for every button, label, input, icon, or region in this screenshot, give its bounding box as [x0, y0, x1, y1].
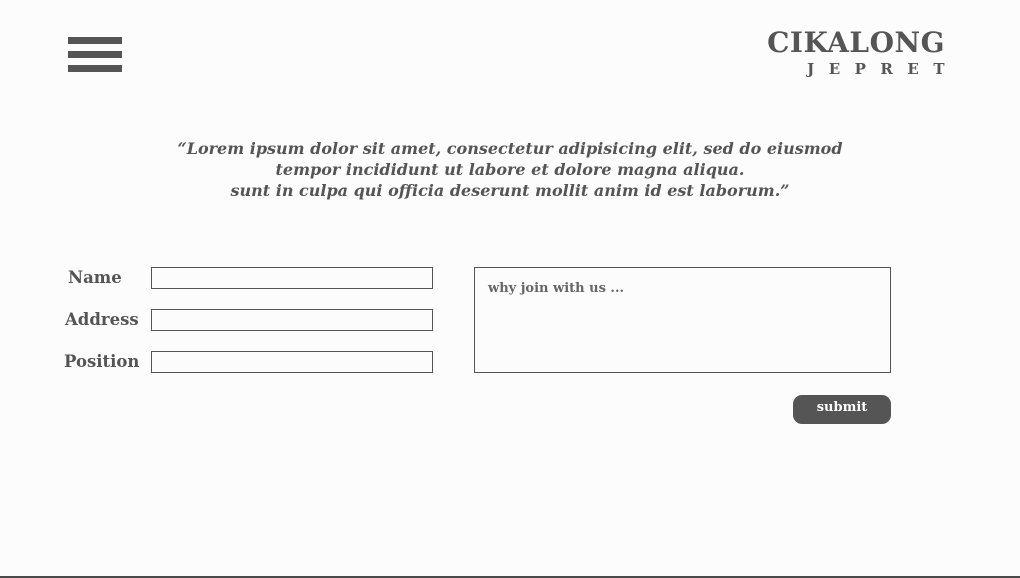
name-field[interactable]: [151, 267, 433, 289]
quote-line-1: “Lorem ipsum dolor sit amet, consectetur…: [177, 139, 843, 158]
logo[interactable]: CIKALONG JEPRET: [767, 27, 945, 79]
quote-block: “Lorem ipsum dolor sit amet, consectetur…: [0, 138, 1020, 201]
submit-button[interactable]: submit: [793, 395, 891, 424]
address-label: Address: [65, 310, 139, 329]
name-label: Name: [68, 268, 122, 287]
logo-subtitle: JEPRET: [807, 60, 959, 78]
menu-bar-bottom: [68, 65, 122, 72]
hamburger-menu-icon[interactable]: [68, 37, 122, 72]
message-textarea[interactable]: [474, 267, 891, 373]
logo-title: CIKALONG: [767, 26, 945, 59]
menu-bar-middle: [68, 51, 122, 58]
position-label: Position: [64, 352, 140, 371]
address-field[interactable]: [151, 309, 433, 331]
position-field[interactable]: [151, 351, 433, 373]
quote-line-3: sunt in culpa qui officia deserunt molli…: [230, 181, 790, 200]
menu-bar-top: [68, 37, 122, 44]
quote-line-2: tempor incididunt ut labore et dolore ma…: [275, 160, 745, 179]
